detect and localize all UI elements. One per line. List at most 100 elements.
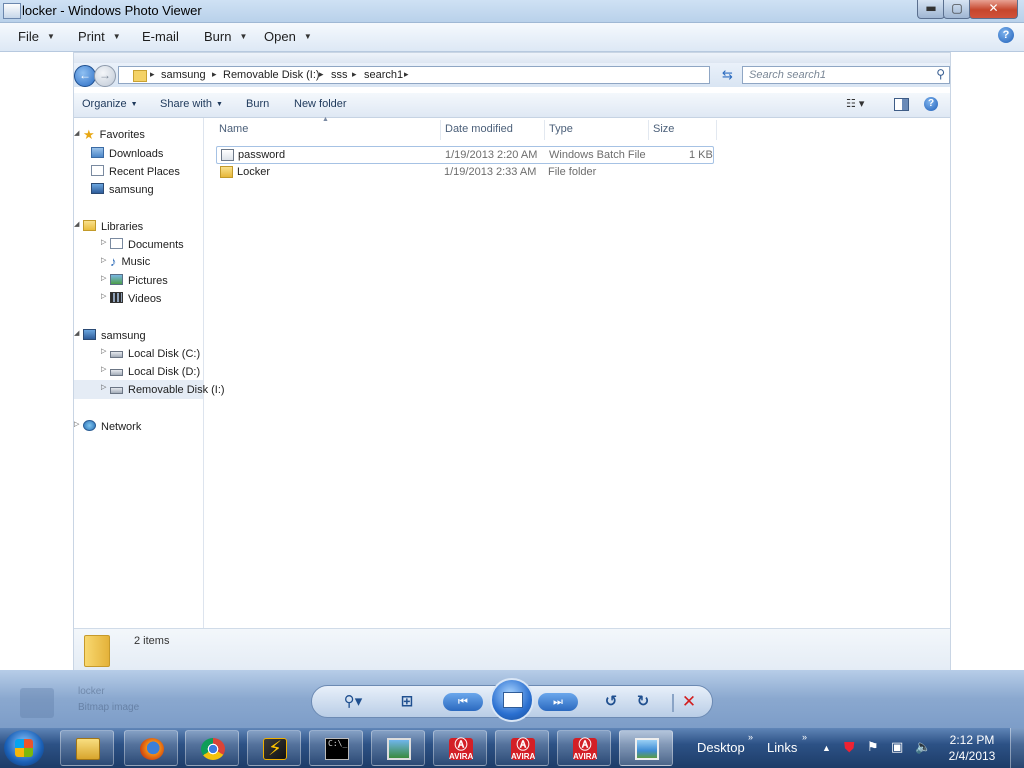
organize-button[interactable]: Organize ▼ <box>82 98 138 110</box>
nav-samsung-desktop[interactable]: samsung <box>91 183 154 196</box>
desktop-toolbar[interactable]: Desktop <box>697 740 745 755</box>
column-divider[interactable] <box>544 120 545 140</box>
taskbar-command-prompt[interactable]: C:\_ <box>309 730 363 766</box>
back-arrow-icon[interactable]: ← <box>74 65 96 87</box>
chevron-right-icon[interactable]: » <box>748 732 753 742</box>
chevron-right-icon[interactable]: » <box>802 732 807 742</box>
taskbar-photo-viewer[interactable] <box>619 730 673 766</box>
zoom-icon[interactable]: ⚲▾ <box>338 692 368 712</box>
breadcrumb-removable-disk[interactable]: Removable Disk (I:) <box>223 69 320 81</box>
file-row-locker[interactable]: Locker 1/19/2013 2:33 AM File folder <box>216 164 714 182</box>
previous-icon[interactable]: ⏮ <box>443 693 483 711</box>
taskbar-chrome[interactable] <box>185 730 239 766</box>
nav-libraries[interactable]: ◢ Libraries <box>74 220 143 233</box>
file-list: ▲ Name Date modified Type Size password … <box>204 116 950 628</box>
file-row-password[interactable]: password 1/19/2013 2:20 AM Windows Batch… <box>216 146 714 164</box>
breadcrumb-search1[interactable]: search1 <box>364 69 403 81</box>
column-divider[interactable] <box>648 120 649 140</box>
nav-documents[interactable]: ▷ Documents <box>101 238 184 251</box>
delete-icon[interactable]: ✕ <box>678 692 700 712</box>
winamp-icon: ⚡ <box>263 738 287 760</box>
minimize-button[interactable]: ▬ <box>917 0 945 19</box>
nav-recent-places[interactable]: Recent Places <box>91 165 180 178</box>
nav-local-disk-c[interactable]: ▷ Local Disk (C:) <box>101 347 200 360</box>
breadcrumb-sss[interactable]: sss <box>331 69 348 81</box>
window-title: locker - Windows Photo Viewer <box>22 3 202 18</box>
rotate-clockwise-icon[interactable]: ↻ <box>632 692 654 712</box>
nav-music[interactable]: ▷ ♪ Music <box>101 255 150 268</box>
collapsed-triangle-icon: ▷ <box>101 257 107 264</box>
chevron-down-icon: ▼ <box>46 32 55 41</box>
taskbar-explorer[interactable] <box>60 730 114 766</box>
nav-computer[interactable]: ◢ samsung <box>74 329 146 342</box>
folder-icon <box>133 70 147 82</box>
show-hidden-icons-icon[interactable]: ▲ <box>822 743 831 753</box>
breadcrumb-samsung[interactable]: samsung <box>161 69 206 81</box>
column-header-size[interactable]: Size <box>653 123 674 135</box>
windows-logo-icon <box>15 739 33 757</box>
forward-arrow-icon[interactable]: → <box>94 65 116 87</box>
column-header-type[interactable]: Type <box>549 123 573 135</box>
close-button[interactable]: ✕ <box>969 0 1018 19</box>
nav-favorites[interactable]: ◢ ★ Favorites <box>74 128 145 141</box>
photo-viewer-app-icon <box>3 3 21 19</box>
image-info-ghost: locker Bitmap image <box>20 684 310 720</box>
column-header-date-modified[interactable]: Date modified <box>445 123 513 135</box>
maximize-button[interactable]: ▢ <box>943 0 971 19</box>
menu-print[interactable]: Print ▼ <box>78 29 121 44</box>
chrome-icon <box>201 738 225 760</box>
column-header-name[interactable]: Name <box>219 123 248 135</box>
next-icon[interactable]: ⏭ <box>538 693 578 711</box>
nav-local-disk-d[interactable]: ▷ Local Disk (D:) <box>101 365 200 378</box>
taskbar-screen[interactable] <box>371 730 425 766</box>
menu-file[interactable]: File ▼ <box>18 29 55 44</box>
nav-videos[interactable]: ▷ Videos <box>101 292 161 305</box>
start-button[interactable] <box>4 730 44 766</box>
taskbar-avira-1[interactable]: Ⓐ AVIRA <box>433 730 487 766</box>
taskbar-avira-2[interactable]: Ⓐ AVIRA <box>495 730 549 766</box>
help-icon[interactable]: ? <box>998 27 1014 43</box>
nav-downloads[interactable]: Downloads <box>91 147 163 160</box>
item-count: 2 items <box>134 635 170 647</box>
preview-pane-icon[interactable] <box>894 98 909 111</box>
nav-pictures[interactable]: ▷ Pictures <box>101 274 168 287</box>
volume-icon[interactable]: 🔈 <box>915 739 931 755</box>
pictures-icon <box>110 274 123 285</box>
avira-icon: Ⓐ AVIRA <box>511 737 536 761</box>
links-toolbar[interactable]: Links <box>767 740 797 755</box>
taskbar-firefox[interactable] <box>124 730 178 766</box>
view-options-icon[interactable]: ☷ ▾ <box>846 97 864 110</box>
taskbar: ⚡ C:\_ Ⓐ AVIRA Ⓐ AVIRA Ⓐ AVIRA Desktop » Li… <box>0 728 1024 768</box>
help-icon[interactable]: ? <box>924 97 938 111</box>
menu-burn[interactable]: Burn ▼ <box>204 29 247 44</box>
slideshow-button[interactable] <box>490 678 534 722</box>
file-type: Windows Batch File <box>549 149 646 161</box>
taskbar-avira-3[interactable]: Ⓐ AVIRA <box>557 730 611 766</box>
clock-date[interactable]: 2/4/2013 <box>942 749 1002 763</box>
avira-tray-icon[interactable]: ⛊ <box>844 739 855 756</box>
actual-size-icon[interactable]: ⊞ <box>396 692 418 712</box>
sort-ascending-icon: ▲ <box>322 116 329 123</box>
chevron-down-icon: ▼ <box>130 101 138 108</box>
nav-network[interactable]: ▷ Network <box>74 420 141 433</box>
action-center-icon[interactable]: ⚑ <box>867 739 879 755</box>
new-folder-button[interactable]: New folder <box>294 98 347 110</box>
refresh-icon[interactable]: ⇆ <box>722 67 733 83</box>
rotate-counterclockwise-icon[interactable]: ↺ <box>600 692 622 712</box>
column-divider[interactable] <box>716 120 717 140</box>
taskbar-winamp[interactable]: ⚡ <box>247 730 301 766</box>
burn-button[interactable]: Burn <box>246 98 269 110</box>
show-desktop-button[interactable] <box>1010 728 1024 768</box>
search-input[interactable]: Search search1 ⚲ <box>742 66 950 84</box>
clock-time[interactable]: 2:12 PM <box>942 733 1002 747</box>
address-bar[interactable]: ▸ samsung ▸ Removable Disk (I:) ▸ sss ▸ … <box>118 66 752 84</box>
avira-icon: Ⓐ AVIRA <box>573 737 598 761</box>
screen-icon <box>387 738 411 760</box>
network-tray-icon[interactable]: ▣ <box>891 739 903 755</box>
share-with-button[interactable]: Share with ▼ <box>160 98 223 110</box>
menu-email[interactable]: E-mail <box>142 29 179 44</box>
menu-open[interactable]: Open ▼ <box>264 29 312 44</box>
column-divider[interactable] <box>440 120 441 140</box>
file-date-modified: 1/19/2013 2:33 AM <box>444 166 537 178</box>
breadcrumb-separator-icon: ▸ <box>212 69 217 79</box>
